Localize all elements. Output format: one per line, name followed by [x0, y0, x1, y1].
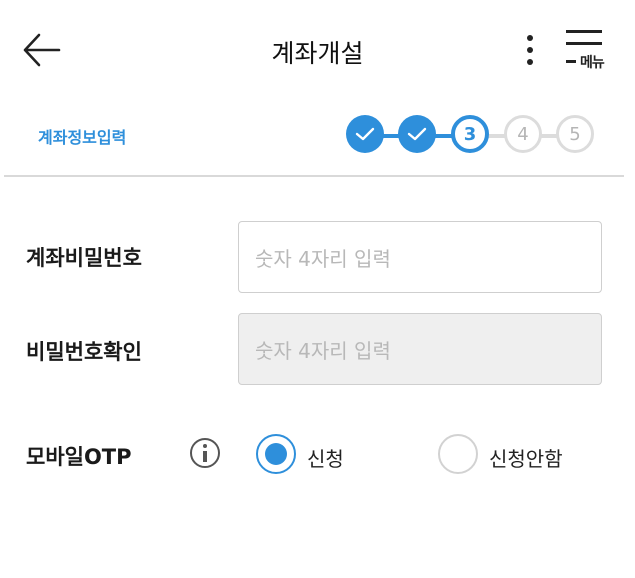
- password-confirm-label: 비밀번호확인: [26, 340, 142, 364]
- otp-apply-label[interactable]: 신청: [307, 443, 344, 472]
- more-vertical-icon: [527, 35, 533, 65]
- password-input[interactable]: 숫자 4자리 입력: [238, 221, 602, 293]
- step-connector: [486, 134, 506, 138]
- check-icon: [407, 127, 427, 141]
- password-confirm-input[interactable]: 숫자 4자리 입력: [238, 313, 602, 385]
- more-options-button[interactable]: [518, 30, 542, 70]
- hamburger-line: [566, 42, 602, 45]
- info-icon[interactable]: [190, 438, 220, 468]
- app-header: 계좌개설 메뉴: [0, 0, 635, 100]
- otp-apply-radio[interactable]: [256, 434, 296, 474]
- progress-stepper: 3 4 5: [344, 113, 604, 157]
- step-4-todo: 4: [504, 115, 542, 153]
- info-icon-bar: [203, 451, 207, 462]
- otp-decline-label[interactable]: 신청안함: [489, 443, 563, 472]
- check-icon: [355, 127, 375, 141]
- menu-label: 메뉴: [580, 55, 605, 71]
- radio-selected-dot: [265, 443, 287, 465]
- hamburger-icon: [566, 30, 602, 33]
- hamburger-line: [566, 60, 576, 63]
- section-divider: [4, 175, 624, 177]
- step-5-todo: 5: [556, 115, 594, 153]
- info-icon-dot: [203, 444, 207, 448]
- menu-button[interactable]: 메뉴: [562, 26, 610, 74]
- otp-label: 모바일OTP: [26, 445, 132, 469]
- password-label: 계좌비밀번호: [26, 246, 142, 270]
- step-1-complete: [346, 115, 384, 153]
- step-3-current: 3: [451, 115, 489, 153]
- step-2-complete: [398, 115, 436, 153]
- current-step-label: 계좌정보입력: [38, 128, 127, 147]
- otp-decline-radio[interactable]: [438, 434, 478, 474]
